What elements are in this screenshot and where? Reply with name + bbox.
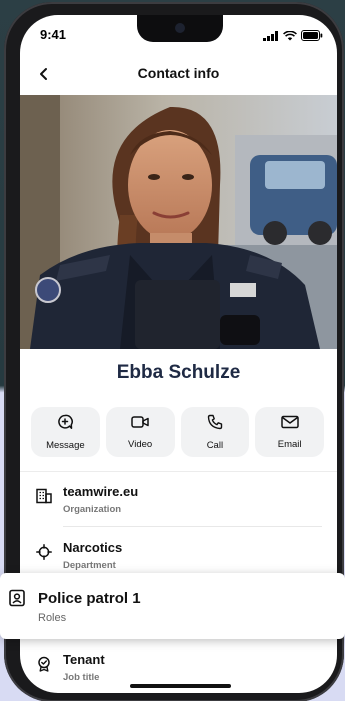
message-button[interactable]: Message bbox=[31, 407, 100, 457]
status-bar: 9:41 bbox=[20, 15, 337, 55]
message-plus-icon bbox=[57, 414, 74, 435]
signal-icon bbox=[263, 28, 279, 46]
envelope-icon bbox=[280, 415, 299, 434]
video-label: Video bbox=[128, 438, 153, 450]
video-camera-icon bbox=[131, 415, 149, 434]
email-button[interactable]: Email bbox=[255, 407, 324, 457]
badge-icon bbox=[35, 655, 53, 673]
organization-value: teamwire.eu bbox=[63, 484, 139, 499]
call-button[interactable]: Call bbox=[180, 407, 250, 457]
front-camera bbox=[175, 23, 185, 33]
job-title-label: Job title bbox=[63, 672, 100, 683]
battery-icon bbox=[301, 28, 323, 46]
wifi-icon bbox=[283, 28, 297, 46]
department-label: Department bbox=[63, 560, 116, 571]
email-label: Email bbox=[277, 438, 302, 450]
building-icon bbox=[35, 487, 53, 505]
roles-label: Roles bbox=[38, 612, 67, 624]
notch bbox=[137, 15, 223, 42]
detail-organization: teamwire.eu Organization bbox=[32, 484, 322, 524]
message-label: Message bbox=[46, 439, 85, 451]
status-time: 9:41 bbox=[40, 27, 67, 42]
video-button[interactable]: Video bbox=[105, 407, 175, 457]
phone-icon bbox=[207, 414, 223, 435]
job-title-value: Tenant bbox=[63, 652, 105, 667]
contact-name: Ebba Schulze bbox=[116, 362, 241, 383]
status-icons bbox=[263, 28, 323, 46]
action-buttons: Message Video Call Email bbox=[31, 407, 324, 457]
nav-bar: Contact info bbox=[20, 55, 337, 95]
department-value: Narcotics bbox=[63, 540, 123, 555]
target-icon bbox=[35, 543, 53, 561]
roles-card[interactable]: Police patrol 1 Roles bbox=[0, 573, 345, 639]
contact-photo bbox=[20, 95, 337, 349]
organization-label: Organization bbox=[63, 504, 122, 515]
id-badge-icon bbox=[6, 587, 28, 609]
roles-value: Police patrol 1 bbox=[38, 590, 141, 607]
row-divider bbox=[63, 526, 322, 527]
page-title: Contact info bbox=[137, 65, 220, 81]
home-indicator[interactable] bbox=[130, 684, 231, 688]
call-label: Call bbox=[206, 439, 224, 451]
divider bbox=[20, 471, 337, 472]
